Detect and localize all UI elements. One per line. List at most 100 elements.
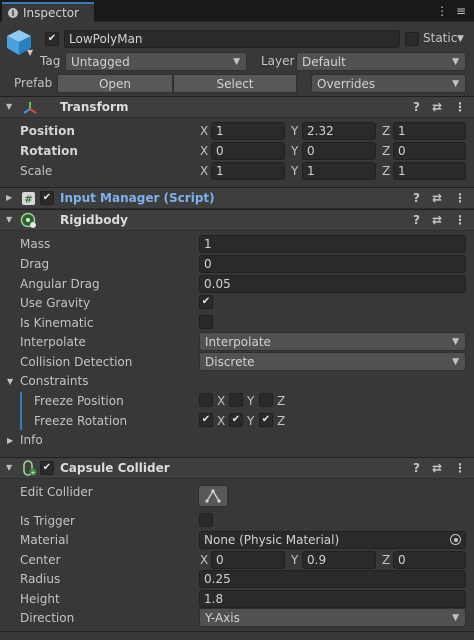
presets-icon[interactable]: ⇄ (432, 191, 442, 205)
scale-x-field[interactable]: 1 (211, 162, 285, 180)
drag-field[interactable]: 0 (199, 255, 466, 273)
object-picker-icon[interactable] (450, 534, 461, 545)
axis-y-label[interactable]: Y (291, 144, 298, 158)
axis-x-label[interactable]: X (200, 553, 208, 567)
freeze-rotation-y-checkbox[interactable]: ✔ (229, 413, 243, 427)
position-y-field[interactable]: 2.32 (302, 122, 376, 140)
info-foldout-icon[interactable]: ▶ (7, 436, 13, 445)
context-menu-icon[interactable]: ⋮ (454, 191, 466, 205)
transform-header[interactable]: ▼ Transform ? ⇄ ⋮ (0, 96, 474, 118)
center-y-field[interactable]: 0.9 (302, 551, 376, 569)
field-value: 1 (216, 124, 224, 138)
field-value: 0.05 (204, 277, 231, 291)
constraints-label: Constraints (20, 374, 89, 388)
freeze-position-x-checkbox[interactable] (199, 393, 213, 407)
center-z-field[interactable]: 0 (393, 551, 466, 569)
rigidbody-title: Rigidbody (60, 213, 128, 227)
help-icon[interactable]: ? (413, 461, 420, 475)
axis-y-label[interactable]: Y (291, 124, 298, 138)
help-icon[interactable]: ? (413, 100, 420, 114)
static-checkbox[interactable] (405, 32, 419, 46)
input-manager-header[interactable]: ▶ # ✔ Input Manager (Script) ? ⇄ ⋮ (0, 187, 474, 209)
constraints-indent-line (20, 392, 22, 430)
axis-x-label: X (217, 394, 226, 408)
is-kinematic-label: Is Kinematic (20, 316, 94, 330)
interpolate-value: Interpolate (205, 334, 271, 349)
presets-icon[interactable]: ⇄ (432, 100, 442, 114)
tab-menu-icon[interactable]: ⋮ ≡ (436, 4, 468, 18)
tab-inspector[interactable]: i Inspector (2, 2, 94, 22)
icon-dropdown-arrow-icon[interactable]: ▼ (27, 48, 33, 57)
foldout-open-icon[interactable]: ▼ (6, 463, 12, 472)
edit-collider-button[interactable] (198, 485, 228, 507)
field-value: 0 (307, 144, 315, 158)
scale-label: Scale (20, 164, 53, 178)
axis-z-label[interactable]: Z (382, 553, 390, 567)
foldout-open-icon[interactable]: ▼ (6, 102, 12, 111)
prefab-select-button[interactable]: Select (173, 74, 297, 93)
name-field[interactable]: LowPolyMan (64, 30, 400, 48)
freeze-position-y-checkbox[interactable] (229, 393, 243, 407)
material-field[interactable]: None (Physic Material) (199, 531, 466, 549)
radius-field[interactable]: 0.25 (199, 570, 466, 588)
axis-z-label[interactable]: Z (382, 144, 390, 158)
use-gravity-checkbox[interactable]: ✔ (199, 295, 213, 309)
use-gravity-label: Use Gravity (20, 296, 91, 310)
axis-z-label: Z (277, 414, 286, 428)
angular-drag-label: Angular Drag (20, 277, 100, 291)
rotation-z-field[interactable]: 0 (393, 142, 466, 160)
rigidbody-header[interactable]: ▼ Rigidbody ? ⇄ ⋮ (0, 209, 474, 231)
scale-z-field[interactable]: 1 (393, 162, 466, 180)
prefab-overrides-dropdown[interactable]: Overrides ▼ (311, 74, 466, 93)
active-checkbox[interactable]: ✔ (45, 32, 59, 46)
static-dropdown-icon[interactable]: ▼ (457, 34, 464, 44)
freeze-rotation-x-checkbox[interactable]: ✔ (199, 413, 213, 427)
foldout-open-icon[interactable]: ▼ (6, 215, 12, 224)
prefab-open-button[interactable]: Open (57, 74, 173, 93)
input-manager-enabled-checkbox[interactable]: ✔ (40, 191, 54, 205)
interpolate-dropdown[interactable]: Interpolate ▼ (199, 332, 466, 351)
freeze-rotation-label: Freeze Rotation (34, 414, 128, 428)
is-kinematic-checkbox[interactable] (199, 315, 213, 329)
position-z-field[interactable]: 1 (393, 122, 466, 140)
field-value: 0.25 (204, 572, 231, 586)
foldout-closed-icon[interactable]: ▶ (6, 193, 12, 202)
presets-icon[interactable]: ⇄ (432, 461, 442, 475)
name-value: LowPolyMan (69, 32, 143, 46)
capsule-collider-enabled-checkbox[interactable]: ✔ (40, 461, 54, 475)
mass-field[interactable]: 1 (199, 235, 466, 253)
axis-z-label[interactable]: Z (382, 164, 390, 178)
direction-dropdown[interactable]: Y-Axis ▼ (199, 608, 466, 627)
axis-x-label[interactable]: X (200, 144, 208, 158)
axis-x-label[interactable]: X (200, 164, 208, 178)
rigidbody-icon (20, 212, 36, 228)
axis-y-label[interactable]: Y (291, 553, 298, 567)
context-menu-icon[interactable]: ⋮ (454, 461, 466, 475)
info-label[interactable]: Info (20, 433, 43, 447)
constraints-foldout-icon[interactable]: ▼ (7, 377, 13, 386)
freeze-position-z-checkbox[interactable] (259, 393, 273, 407)
presets-icon[interactable]: ⇄ (432, 213, 442, 227)
freeze-rotation-z-checkbox[interactable]: ✔ (259, 413, 273, 427)
scale-y-field[interactable]: 1 (302, 162, 376, 180)
rotation-y-field[interactable]: 0 (302, 142, 376, 160)
rotation-x-field[interactable]: 0 (211, 142, 285, 160)
angular-drag-field[interactable]: 0.05 (199, 275, 466, 293)
height-field[interactable]: 1.8 (199, 590, 466, 608)
freeze-position-label: Freeze Position (34, 394, 124, 408)
field-value: None (Physic Material) (204, 533, 340, 547)
axis-z-label[interactable]: Z (382, 124, 390, 138)
axis-y-label[interactable]: Y (291, 164, 298, 178)
is-trigger-checkbox[interactable] (199, 513, 213, 527)
axis-x-label[interactable]: X (200, 124, 208, 138)
collision-detection-dropdown[interactable]: Discrete ▼ (199, 352, 466, 371)
context-menu-icon[interactable]: ⋮ (454, 213, 466, 227)
help-icon[interactable]: ? (413, 191, 420, 205)
tag-dropdown[interactable]: Untagged ▼ (65, 52, 247, 71)
center-x-field[interactable]: 0 (211, 551, 285, 569)
help-icon[interactable]: ? (413, 213, 420, 227)
capsule-collider-header[interactable]: ▼ + ✔ Capsule Collider ? ⇄ ⋮ (0, 457, 474, 479)
layer-dropdown[interactable]: Default ▼ (296, 52, 466, 71)
context-menu-icon[interactable]: ⋮ (454, 100, 466, 114)
position-x-field[interactable]: 1 (211, 122, 285, 140)
